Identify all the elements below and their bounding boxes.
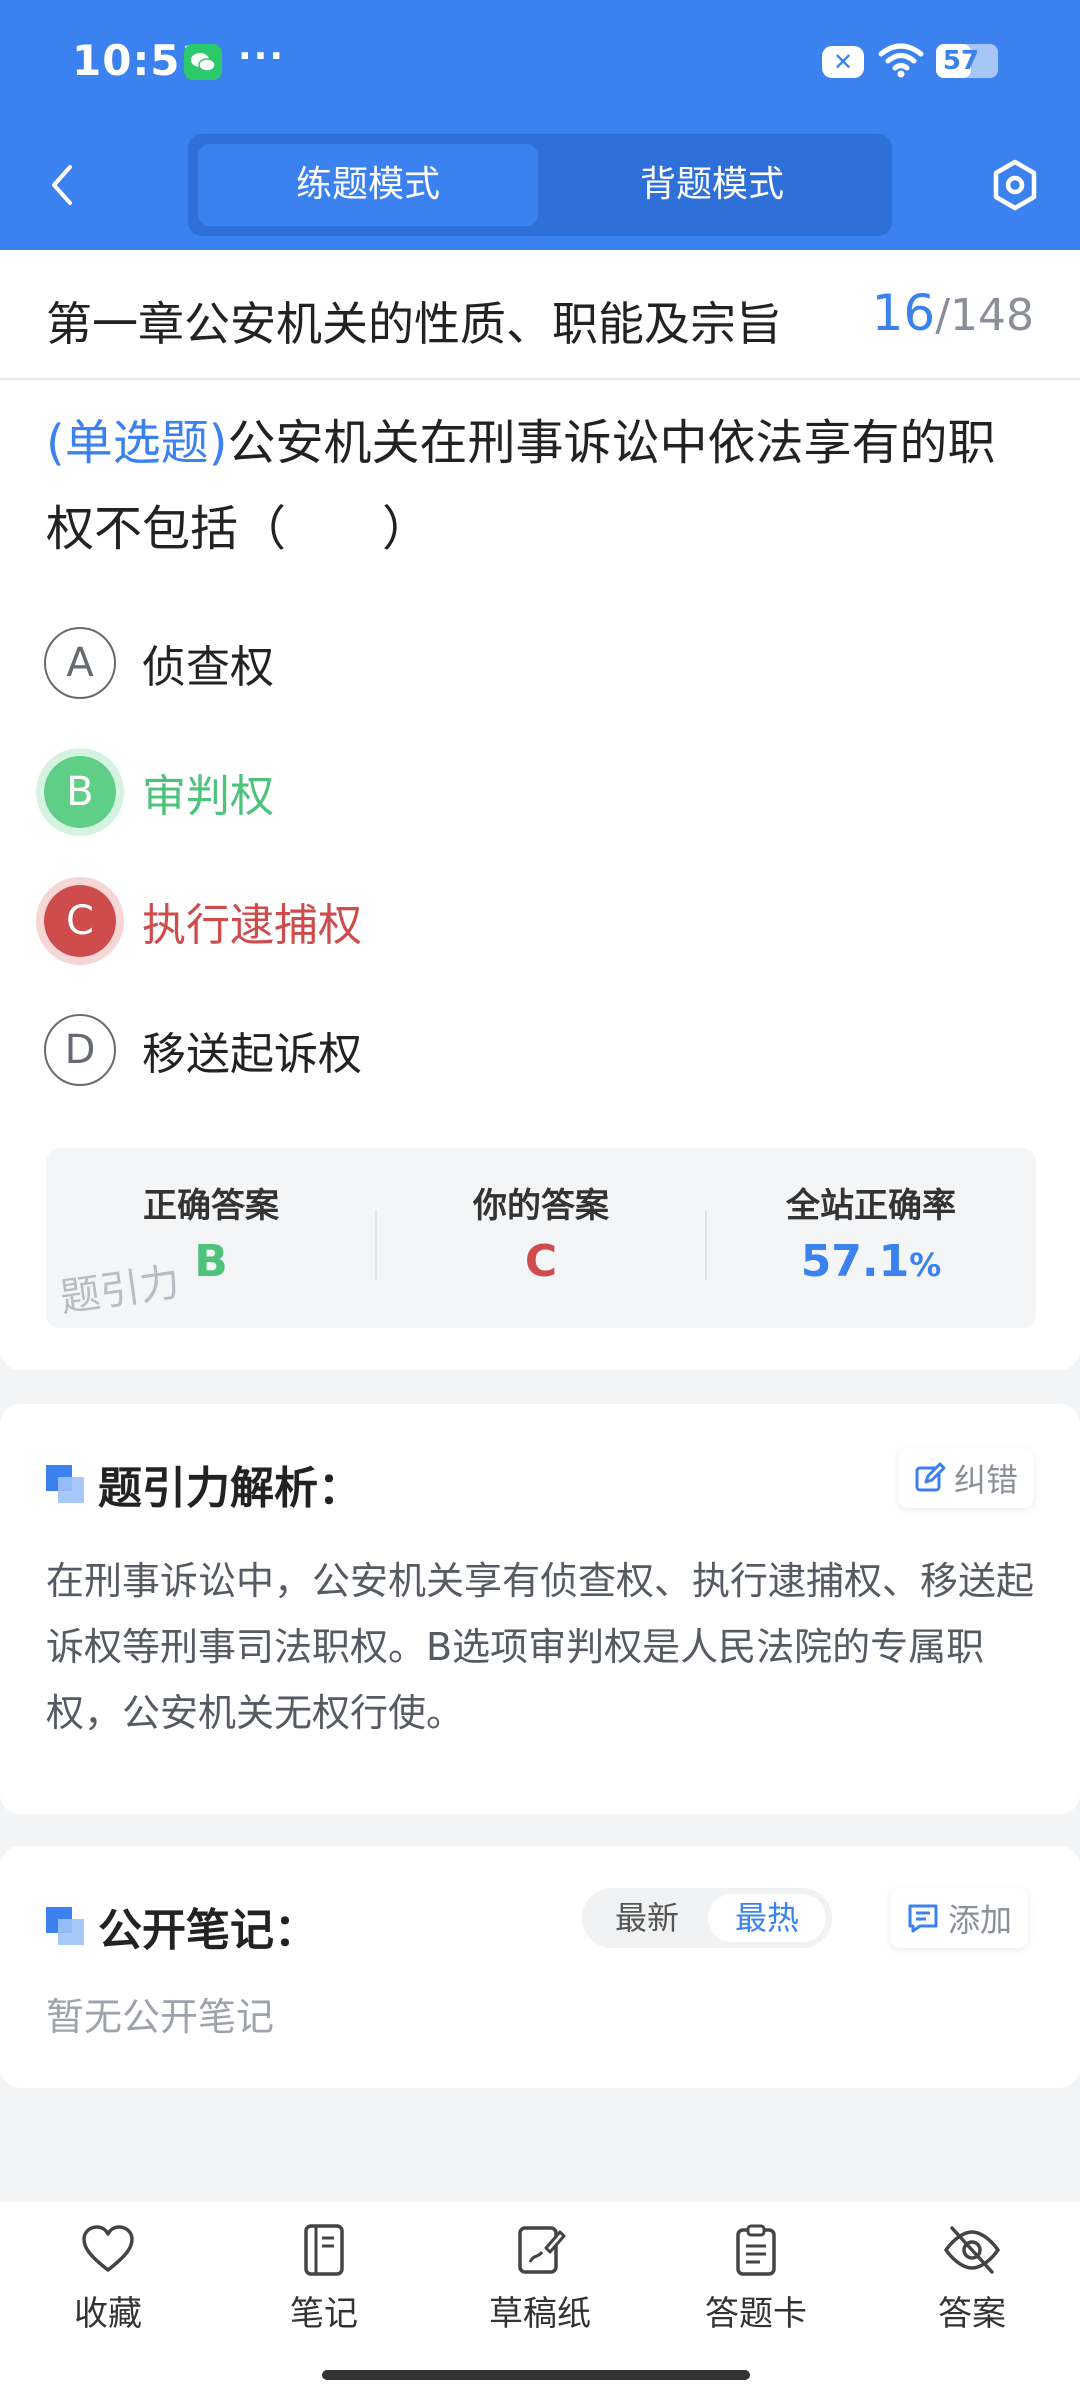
top-bar: 10:51 ··· ✕ 57 练题模式 背题模式 <box>0 0 1080 250</box>
edit-icon <box>915 1462 946 1492</box>
tab-label: 草稿纸 <box>489 2294 591 2334</box>
stat-label: 正确答案 <box>143 1186 279 1226</box>
analysis-title-text: 题引力解析： <box>98 1463 362 1514</box>
accuracy-unit: % <box>909 1246 942 1284</box>
empty-notes-text: 暂无公开笔记 <box>46 1995 275 2039</box>
sort-hot-button[interactable]: 最热 <box>708 1894 826 1942</box>
status-bar: 10:51 ··· ✕ 57 <box>0 0 1080 126</box>
tab-label: 答题卡 <box>705 2294 807 2334</box>
sort-latest-button[interactable]: 最新 <box>588 1894 706 1942</box>
comment-icon <box>908 1904 938 1933</box>
notes-title: 公开笔记： <box>46 1894 318 1958</box>
analysis-card: 题引力解析： 纠错 在刑事诉讼中，公安机关享有侦查权、执行逮捕权、移送起诉权等刑… <box>0 1404 1080 1814</box>
tab-notes[interactable]: 笔记 <box>244 2224 404 2344</box>
current-question-number: 16 <box>871 284 936 342</box>
stat-label: 你的答案 <box>473 1186 609 1226</box>
report-error-button[interactable]: 纠错 <box>898 1448 1035 1508</box>
home-indicator[interactable] <box>322 2370 750 2380</box>
option-b[interactable]: B 审判权 <box>44 755 274 829</box>
option-letter: B <box>44 756 116 828</box>
divider <box>0 378 1080 380</box>
tab-favorite[interactable]: 收藏 <box>28 2224 188 2344</box>
answer-stats-panel: 正确答案 B 你的答案 C 全站正确率 57.1% 题引力 <box>46 1148 1036 1328</box>
your-answer-value: C <box>524 1236 558 1287</box>
clipboard-icon <box>736 2224 776 2276</box>
notebook-icon <box>304 2224 344 2276</box>
question-text: (单选题)公安机关在刑事诉讼中依法享有的职权不包括（ ） <box>46 400 1036 572</box>
battery-icon: 57 <box>936 44 998 78</box>
tab-answer-sheet[interactable]: 答题卡 <box>676 2224 836 2344</box>
add-note-label: 添加 <box>948 1901 1013 1939</box>
stat-label: 全站正确率 <box>786 1186 956 1226</box>
report-error-label: 纠错 <box>954 1461 1019 1499</box>
option-text: 执行逮捕权 <box>142 900 362 951</box>
eye-off-icon <box>943 2226 1001 2274</box>
chevron-left-icon <box>52 165 72 205</box>
draft-pen-icon <box>518 2226 566 2274</box>
chapter-title: 第一章公安机关的性质、职能及宗旨 <box>46 297 782 351</box>
tab-memorize-mode[interactable]: 背题模式 <box>542 144 882 226</box>
total-question-count: 148 <box>950 290 1034 341</box>
question-type: (单选题) <box>46 415 228 471</box>
option-c[interactable]: C 执行逮捕权 <box>44 884 362 958</box>
public-notes-card: 公开笔记： 最新 最热 添加 暂无公开笔记 <box>0 1846 1080 2088</box>
settings-button[interactable] <box>990 158 1040 212</box>
option-letter: D <box>44 1014 116 1086</box>
tab-label: 收藏 <box>74 2294 142 2334</box>
accuracy-number: 57.1 <box>800 1236 910 1287</box>
section-squares-icon <box>46 1465 84 1503</box>
question-counter[interactable]: 16/148 <box>872 284 1034 342</box>
no-sim-icon: ✕ <box>822 46 864 78</box>
option-text: 审判权 <box>142 771 274 822</box>
add-note-button[interactable]: 添加 <box>890 1888 1029 1948</box>
question-card: 第一章公安机关的性质、职能及宗旨 16/148 (单选题)公安机关在刑事诉讼中依… <box>0 250 1080 1370</box>
stat-your-answer: 你的答案 C <box>376 1148 706 1328</box>
back-button[interactable] <box>42 160 82 210</box>
gear-icon <box>993 159 1037 211</box>
tab-scratch-paper[interactable]: 草稿纸 <box>460 2224 620 2344</box>
tab-answer-toggle[interactable]: 答案 <box>892 2224 1052 2344</box>
tab-label: 答案 <box>938 2294 1006 2334</box>
notes-title-text: 公开笔记： <box>98 1905 318 1956</box>
option-a[interactable]: A 侦查权 <box>44 626 274 700</box>
heart-icon <box>82 2225 134 2272</box>
wifi-icon <box>878 42 924 82</box>
option-letter: C <box>44 885 116 957</box>
accuracy-value: 57.1% <box>706 1236 1036 1287</box>
mode-switch: 练题模式 背题模式 <box>188 134 892 236</box>
tab-practice-mode[interactable]: 练题模式 <box>198 144 538 226</box>
counter-separator: / <box>935 290 951 341</box>
option-text: 移送起诉权 <box>142 1029 362 1080</box>
option-letter: A <box>44 627 116 699</box>
section-squares-icon <box>46 1907 84 1945</box>
stat-site-accuracy: 全站正确率 57.1% <box>706 1148 1036 1328</box>
option-text: 侦查权 <box>142 642 274 693</box>
tab-label: 笔记 <box>290 2294 358 2334</box>
analysis-title: 题引力解析： <box>46 1452 362 1516</box>
option-d[interactable]: D 移送起诉权 <box>44 1013 362 1087</box>
wechat-icon <box>184 44 222 80</box>
analysis-text: 在刑事诉讼中，公安机关享有侦查权、执行逮捕权、移送起诉权等刑事司法职权。B选项审… <box>46 1559 1035 1735</box>
battery-level: 57 <box>942 46 980 76</box>
more-notifications-icon: ··· <box>238 36 286 77</box>
notes-sort-switch: 最新 最热 <box>582 1888 832 1948</box>
